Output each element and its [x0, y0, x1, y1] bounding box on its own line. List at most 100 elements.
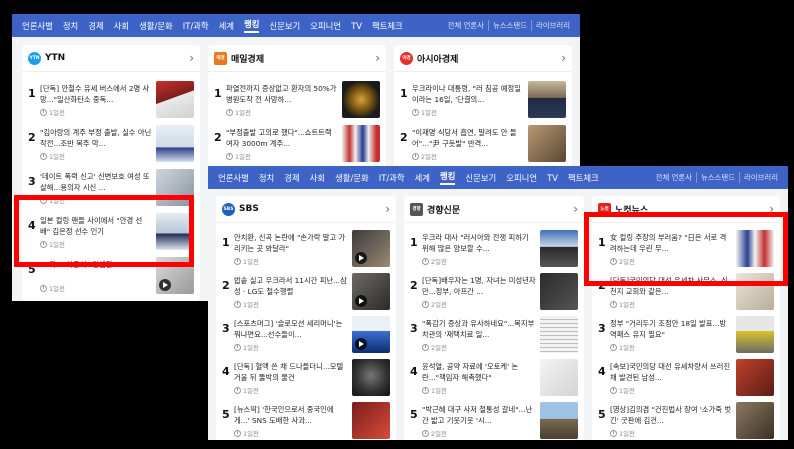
nav-item-life[interactable]: 생활/문화: [335, 172, 369, 184]
article-thumbnail[interactable]: [352, 230, 390, 267]
article-thumbnail[interactable]: [528, 81, 566, 118]
nav-item-economy[interactable]: 경제: [284, 172, 299, 184]
ranking-item[interactable]: 4 [단독] 혈액 쓴 채 드나들더니...모텔 거울 뒤 뚫박의 물건 1일전: [222, 359, 390, 399]
nav-item-life[interactable]: 생활/문화: [139, 20, 173, 32]
panel-header[interactable]: 매경 매일경제 ›: [208, 45, 386, 72]
article-thumbnail[interactable]: [352, 359, 390, 396]
article-title[interactable]: 정부 "거리두기 조정안 18일 발표...방역패스 유지 필요": [610, 318, 732, 340]
nav-item-press[interactable]: 언론사별: [218, 172, 249, 184]
article-title[interactable]: [속보]국민의당 대선 유세차량서 쓰러진 채 발견된 남성...: [610, 361, 732, 383]
ranking-item[interactable]: 1 우크라 대사 "러시아와 전쟁 피하기 위해 많은 양보할 수... 2일전: [410, 230, 578, 270]
article-title[interactable]: 밥솥 실고 우크라서 11시간 피난...삼성 · LG도 철수행렬: [234, 275, 348, 297]
ranking-item[interactable]: 5 [뉴스딱] '한국인으로서 중국인에게...' SNS 도배한 사과... …: [222, 402, 390, 440]
nav-item-society[interactable]: 사회: [310, 172, 325, 184]
article-thumbnail[interactable]: [528, 125, 566, 162]
ranking-item[interactable]: 3 정부 "거리두기 조정안 18일 발표...방역패스 유지 필요" 1일전: [598, 316, 774, 356]
article-title[interactable]: "부정출발 고의로 했다"...쇼트트랙 여자 3000m 계주...: [226, 127, 338, 149]
util-all-press[interactable]: 전체 언론사: [652, 172, 696, 183]
ranking-item[interactable]: 1 [단독] 안철수 유세 버스에서 2명 사망..."일산화탄소 중독... …: [28, 81, 194, 121]
ranking-item[interactable]: 4 [속보]국민의당 대선 유세차량서 쓰러진 채 발견된 남성... 1일전: [598, 359, 774, 399]
article-title[interactable]: 파열전까지 증상없고 환자의 50%가 병원도착 전 사망하...: [226, 83, 338, 105]
article-thumbnail[interactable]: [540, 359, 578, 396]
ranking-item[interactable]: 3 "폭감기 증상과 유사하네요"...복지부 차관의 '재택치료 일... 2…: [410, 316, 578, 356]
nav-item-it[interactable]: IT/과학: [379, 172, 405, 184]
ytn-logo-icon: YTN: [28, 51, 41, 65]
article-title[interactable]: "김아랑의 계주 부정 출발, 실수 아닌 작전...조반 목주 막...: [40, 127, 152, 149]
nav-item-ranking[interactable]: 랭킹: [440, 170, 456, 185]
ranking-item[interactable]: 2 [단독]배우자는 1명, 자녀는 미성년자만...정부, 아프간 ... 2…: [410, 273, 578, 313]
article-title[interactable]: [스포츠머그] '슬로모션 세리머니'는 뭐냐면요...선수들이...: [234, 318, 348, 340]
nav-item-tv[interactable]: TV: [547, 173, 558, 183]
nav-item-press[interactable]: 언론사별: [22, 20, 53, 32]
nav-item-society[interactable]: 사회: [114, 20, 129, 32]
article-title[interactable]: 우크라이나 대통령, "러 침공 예정일이라는 16일, '단결의...: [412, 83, 524, 105]
nav-item-tv[interactable]: TV: [351, 21, 362, 31]
article-thumbnail[interactable]: [156, 81, 194, 118]
nav-item-world[interactable]: 세계: [219, 20, 234, 32]
article-thumbnail[interactable]: [342, 125, 380, 162]
article-title[interactable]: 우크라 대사 "러시아와 전쟁 피하기 위해 많은 양보할 수...: [422, 232, 536, 254]
nav-item-economy[interactable]: 경제: [88, 20, 103, 32]
util-library[interactable]: 라이브러리: [739, 172, 782, 183]
ranking-item[interactable]: 1 안치환, 신곡 논란에 "손가락 말고 가리키는 곳 봐달라" 1일전: [222, 230, 390, 270]
nav-item-newspaper[interactable]: 신문보기: [465, 172, 496, 184]
article-title[interactable]: [뉴스딱] '한국인으로서 중국인에게...' SNS 도배한 사과...: [234, 404, 348, 426]
article-thumbnail[interactable]: [352, 316, 390, 353]
nav-item-opinion[interactable]: 오피니언: [310, 20, 341, 32]
article-thumbnail[interactable]: [540, 402, 578, 439]
article-thumbnail[interactable]: [540, 316, 578, 353]
article-title[interactable]: 안치환, 신곡 논란에 "손가락 말고 가리키는 곳 봐달라": [234, 232, 348, 254]
panel-header[interactable]: 아경 아시아경제 ›: [394, 45, 572, 72]
ranking-item[interactable]: 1 우크라이나 대통령, "러 침공 예정일이라는 16일, '단결의... 1…: [400, 81, 566, 121]
article-title[interactable]: "박근혜 대구 사저 철통성 갈네"...난간 밟고 기웃기웃 '시...: [422, 404, 536, 426]
panel-header[interactable]: 경향 경향신문 ›: [404, 196, 584, 223]
article-thumbnail[interactable]: [540, 273, 578, 310]
chevron-right-icon[interactable]: ›: [375, 52, 380, 64]
ranking-item[interactable]: 2 "김아랑의 계주 부정 출발, 실수 아닌 작전...조반 목주 막... …: [28, 125, 194, 165]
chevron-right-icon[interactable]: ›: [189, 52, 194, 64]
ranking-item[interactable]: 2 "부정출발 고의로 했다"...쇼트트랙 여자 3000m 계주... 1일…: [214, 125, 380, 165]
article-thumbnail[interactable]: [342, 81, 380, 118]
nav-item-opinion[interactable]: 오피니언: [506, 172, 537, 184]
ranking-item[interactable]: 3 [스포츠머그] '슬로모션 세리머니'는 뭐냐면요...선수들이... 1일…: [222, 316, 390, 356]
article-thumbnail[interactable]: [156, 125, 194, 162]
article-thumbnail[interactable]: [736, 402, 774, 439]
rank-number: 2: [222, 279, 230, 292]
util-all-press[interactable]: 전체 언론사: [444, 20, 488, 31]
chevron-right-icon[interactable]: ›: [385, 203, 390, 215]
nav-item-world[interactable]: 세계: [415, 172, 430, 184]
article-title[interactable]: [단독]배우자는 1명, 자녀는 미성년자만...정부, 아프간 ...: [422, 275, 536, 297]
chevron-right-icon[interactable]: ›: [561, 52, 566, 64]
article-thumbnail[interactable]: [736, 359, 774, 396]
util-library[interactable]: 라이브러리: [531, 20, 574, 31]
nav-item-it[interactable]: IT/과학: [183, 20, 209, 32]
nav-item-newspaper[interactable]: 신문보기: [269, 20, 300, 32]
ranking-item[interactable]: 5 [영상]김의겸 "건진법사 장여 '소가죽 벗긴' 굿판에 김건... 1일…: [598, 402, 774, 440]
article-title[interactable]: "폭감기 증상과 유사하네요"...복지부 차관의 '재택치료 일...: [422, 318, 536, 340]
article-title[interactable]: [단독] 안철수 유세 버스에서 2명 사망..."일산화탄소 중독...: [40, 83, 152, 105]
article-thumbnail[interactable]: [352, 402, 390, 439]
util-newsstand[interactable]: 뉴스스탠드: [696, 172, 739, 183]
nav-item-factcheck[interactable]: 팩트체크: [568, 172, 599, 184]
nav-item-ranking[interactable]: 랭킹: [244, 18, 260, 33]
ranking-item[interactable]: 1 파열전까지 증상없고 환자의 50%가 병원도착 전 사망하... 1일전: [214, 81, 380, 121]
panel-header[interactable]: YTN YTN ›: [22, 45, 200, 72]
article-thumbnail[interactable]: [540, 230, 578, 267]
article-title[interactable]: [영상]김의겸 "건진법사 장여 '소가죽 벗긴' 굿판에 김건...: [610, 404, 732, 426]
ranking-item[interactable]: 2 밥솥 실고 우크라서 11시간 피난...삼성 · LG도 철수행렬 1일전: [222, 273, 390, 313]
ranking-item[interactable]: 5 "박근혜 대구 사저 철통성 갈네"...난간 밟고 기웃기웃 '시... …: [410, 402, 578, 440]
nav-item-politics[interactable]: 정치: [63, 20, 78, 32]
nav-item-factcheck[interactable]: 팩트체크: [372, 20, 403, 32]
chevron-right-icon[interactable]: ›: [573, 203, 578, 215]
nav-item-politics[interactable]: 정치: [259, 172, 274, 184]
article-thumbnail[interactable]: [736, 316, 774, 353]
article-title[interactable]: "이재명 식당서 흡연, 말려도 안 들어"..."尹 구둣발" 반격...: [412, 127, 524, 149]
article-title[interactable]: 윤석열, 공약 자료에 '오토케' 논란..."책임자 해촉했다": [422, 361, 536, 383]
article-title[interactable]: [단독] 혈액 쓴 채 드나들더니...모텔 거울 뒤 뚫박의 물건: [234, 361, 348, 383]
article-thumbnail[interactable]: [352, 273, 390, 310]
ranking-item[interactable]: 2 "이재명 식당서 흡연, 말려도 안 들어"..."尹 구둣발" 반격...…: [400, 125, 566, 165]
util-newsstand[interactable]: 뉴스스탠드: [488, 20, 531, 31]
ranking-item[interactable]: 4 윤석열, 공약 자료에 '오토케' 논란..."책임자 해촉했다" 1일전: [410, 359, 578, 399]
article-title[interactable]: '데이트 폭력 신고' 신변보호 여성 또 살해...용의자 시신 ...: [40, 171, 152, 193]
panel-header[interactable]: SBS SBS ›: [216, 196, 396, 223]
